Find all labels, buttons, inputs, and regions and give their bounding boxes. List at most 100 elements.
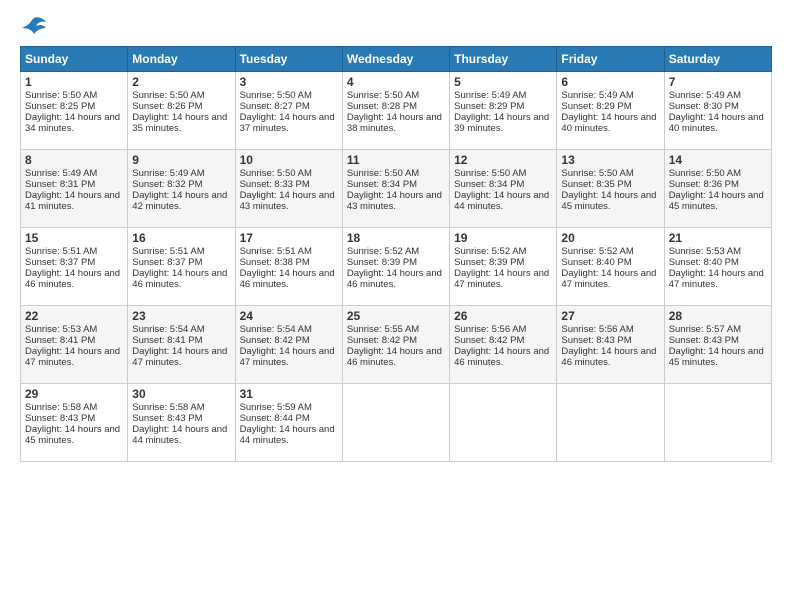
daylight-text: Daylight: 14 hours and 46 minutes. [347,268,442,290]
daylight-text: Daylight: 14 hours and 46 minutes. [240,268,335,290]
sunset-text: Sunset: 8:42 PM [454,335,524,346]
day-number: 1 [25,75,123,89]
sunset-text: Sunset: 8:40 PM [669,257,739,268]
calendar-day-cell: 22 Sunrise: 5:53 AM Sunset: 8:41 PM Dayl… [21,306,128,384]
sunrise-text: Sunrise: 5:52 AM [454,246,526,257]
sunset-text: Sunset: 8:43 PM [669,335,739,346]
sunset-text: Sunset: 8:39 PM [347,257,417,268]
calendar-day-cell: 2 Sunrise: 5:50 AM Sunset: 8:26 PM Dayli… [128,72,235,150]
daylight-text: Daylight: 14 hours and 45 minutes. [669,346,764,368]
daylight-text: Daylight: 14 hours and 41 minutes. [25,190,120,212]
sunset-text: Sunset: 8:44 PM [240,413,310,424]
sunrise-text: Sunrise: 5:55 AM [347,324,419,335]
daylight-text: Daylight: 14 hours and 47 minutes. [25,346,120,368]
empty-day-cell [450,384,557,462]
daylight-text: Daylight: 14 hours and 44 minutes. [240,424,335,446]
calendar-day-cell: 31 Sunrise: 5:59 AM Sunset: 8:44 PM Dayl… [235,384,342,462]
sunset-text: Sunset: 8:37 PM [25,257,95,268]
calendar-day-cell: 3 Sunrise: 5:50 AM Sunset: 8:27 PM Dayli… [235,72,342,150]
sunset-text: Sunset: 8:34 PM [454,179,524,190]
calendar-day-cell: 24 Sunrise: 5:54 AM Sunset: 8:42 PM Dayl… [235,306,342,384]
day-number: 16 [132,231,230,245]
sunset-text: Sunset: 8:29 PM [454,101,524,112]
day-number: 18 [347,231,445,245]
daylight-text: Daylight: 14 hours and 38 minutes. [347,112,442,134]
day-number: 10 [240,153,338,167]
daylight-text: Daylight: 14 hours and 40 minutes. [669,112,764,134]
sunrise-text: Sunrise: 5:50 AM [561,168,633,179]
sunrise-text: Sunrise: 5:50 AM [132,90,204,101]
day-number: 7 [669,75,767,89]
calendar-day-cell: 11 Sunrise: 5:50 AM Sunset: 8:34 PM Dayl… [342,150,449,228]
day-number: 19 [454,231,552,245]
calendar-day-cell: 28 Sunrise: 5:57 AM Sunset: 8:43 PM Dayl… [664,306,771,384]
calendar-day-cell: 17 Sunrise: 5:51 AM Sunset: 8:38 PM Dayl… [235,228,342,306]
daylight-text: Daylight: 14 hours and 44 minutes. [132,424,227,446]
sunset-text: Sunset: 8:30 PM [669,101,739,112]
calendar-day-cell: 26 Sunrise: 5:56 AM Sunset: 8:42 PM Dayl… [450,306,557,384]
calendar-day-cell: 4 Sunrise: 5:50 AM Sunset: 8:28 PM Dayli… [342,72,449,150]
sunrise-text: Sunrise: 5:58 AM [132,402,204,413]
daylight-text: Daylight: 14 hours and 43 minutes. [240,190,335,212]
day-number: 26 [454,309,552,323]
calendar-day-cell: 25 Sunrise: 5:55 AM Sunset: 8:42 PM Dayl… [342,306,449,384]
column-header-wednesday: Wednesday [342,47,449,72]
calendar-day-cell: 21 Sunrise: 5:53 AM Sunset: 8:40 PM Dayl… [664,228,771,306]
calendar-day-cell: 27 Sunrise: 5:56 AM Sunset: 8:43 PM Dayl… [557,306,664,384]
sunset-text: Sunset: 8:37 PM [132,257,202,268]
daylight-text: Daylight: 14 hours and 47 minutes. [454,268,549,290]
sunset-text: Sunset: 8:43 PM [132,413,202,424]
column-header-tuesday: Tuesday [235,47,342,72]
day-number: 29 [25,387,123,401]
sunrise-text: Sunrise: 5:51 AM [25,246,97,257]
day-number: 13 [561,153,659,167]
calendar-week-row: 1 Sunrise: 5:50 AM Sunset: 8:25 PM Dayli… [21,72,772,150]
calendar-week-row: 22 Sunrise: 5:53 AM Sunset: 8:41 PM Dayl… [21,306,772,384]
calendar-day-cell: 9 Sunrise: 5:49 AM Sunset: 8:32 PM Dayli… [128,150,235,228]
calendar-day-cell: 29 Sunrise: 5:58 AM Sunset: 8:43 PM Dayl… [21,384,128,462]
daylight-text: Daylight: 14 hours and 47 minutes. [132,346,227,368]
sunrise-text: Sunrise: 5:53 AM [669,246,741,257]
sunset-text: Sunset: 8:26 PM [132,101,202,112]
page: SundayMondayTuesdayWednesdayThursdayFrid… [0,0,792,612]
sunset-text: Sunset: 8:34 PM [347,179,417,190]
logo-bird-icon [22,16,46,36]
logo [20,16,46,36]
daylight-text: Daylight: 14 hours and 45 minutes. [25,424,120,446]
daylight-text: Daylight: 14 hours and 46 minutes. [561,346,656,368]
sunrise-text: Sunrise: 5:49 AM [669,90,741,101]
day-number: 8 [25,153,123,167]
day-number: 31 [240,387,338,401]
daylight-text: Daylight: 14 hours and 46 minutes. [347,346,442,368]
calendar-header-row: SundayMondayTuesdayWednesdayThursdayFrid… [21,47,772,72]
day-number: 23 [132,309,230,323]
sunset-text: Sunset: 8:38 PM [240,257,310,268]
day-number: 4 [347,75,445,89]
day-number: 2 [132,75,230,89]
daylight-text: Daylight: 14 hours and 47 minutes. [240,346,335,368]
day-number: 25 [347,309,445,323]
day-number: 20 [561,231,659,245]
sunset-text: Sunset: 8:33 PM [240,179,310,190]
day-number: 28 [669,309,767,323]
calendar-day-cell: 18 Sunrise: 5:52 AM Sunset: 8:39 PM Dayl… [342,228,449,306]
sunrise-text: Sunrise: 5:54 AM [132,324,204,335]
column-header-monday: Monday [128,47,235,72]
day-number: 15 [25,231,123,245]
sunrise-text: Sunrise: 5:59 AM [240,402,312,413]
daylight-text: Daylight: 14 hours and 45 minutes. [669,190,764,212]
sunset-text: Sunset: 8:27 PM [240,101,310,112]
daylight-text: Daylight: 14 hours and 46 minutes. [25,268,120,290]
sunrise-text: Sunrise: 5:50 AM [454,168,526,179]
calendar-day-cell: 15 Sunrise: 5:51 AM Sunset: 8:37 PM Dayl… [21,228,128,306]
sunset-text: Sunset: 8:43 PM [561,335,631,346]
calendar-day-cell: 16 Sunrise: 5:51 AM Sunset: 8:37 PM Dayl… [128,228,235,306]
sunset-text: Sunset: 8:29 PM [561,101,631,112]
sunrise-text: Sunrise: 5:50 AM [240,168,312,179]
sunrise-text: Sunrise: 5:49 AM [25,168,97,179]
calendar-day-cell: 1 Sunrise: 5:50 AM Sunset: 8:25 PM Dayli… [21,72,128,150]
day-number: 22 [25,309,123,323]
sunrise-text: Sunrise: 5:56 AM [561,324,633,335]
daylight-text: Daylight: 14 hours and 44 minutes. [454,190,549,212]
calendar-day-cell: 20 Sunrise: 5:52 AM Sunset: 8:40 PM Dayl… [557,228,664,306]
